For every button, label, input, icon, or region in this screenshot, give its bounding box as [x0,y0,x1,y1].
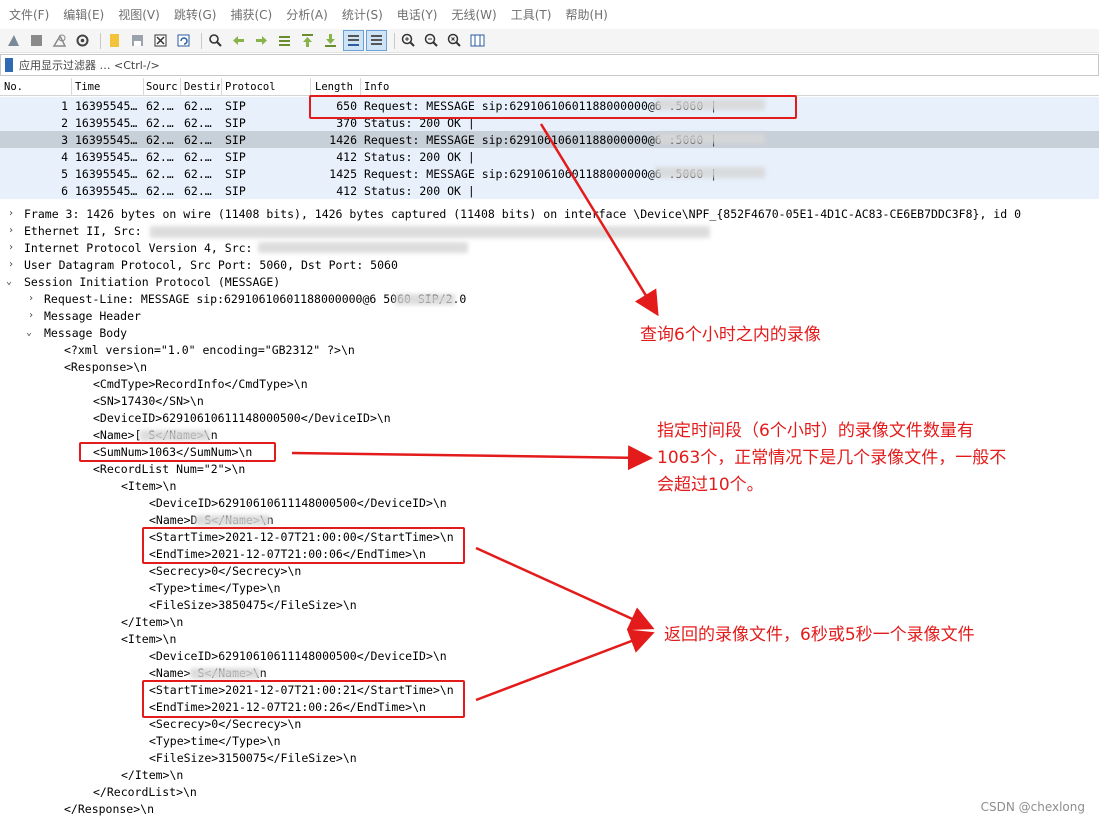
arrow-to-note3-lower [475,629,655,702]
arrow-to-note1 [539,123,659,317]
annotation-note-3: 返回的录像文件，6秒或5秒一个录像文件 [664,625,975,645]
arrow-to-note2 [291,445,653,471]
arrow-to-note3-upper [475,546,655,631]
annotation-note-1: 查询6个小时之内的录像 [640,325,821,345]
watermark: CSDN @chexlong [980,800,1085,814]
annotation-note-2-line2: 1063个，正常情况下是几个录像文件，一般不 [657,448,1007,468]
annotation-arrows [291,123,659,702]
annotation-note-2-line3: 会超过10个。 [657,475,764,495]
annotation-note-2-line1: 指定时间段（6个小时）的录像文件数量有 [657,421,974,441]
